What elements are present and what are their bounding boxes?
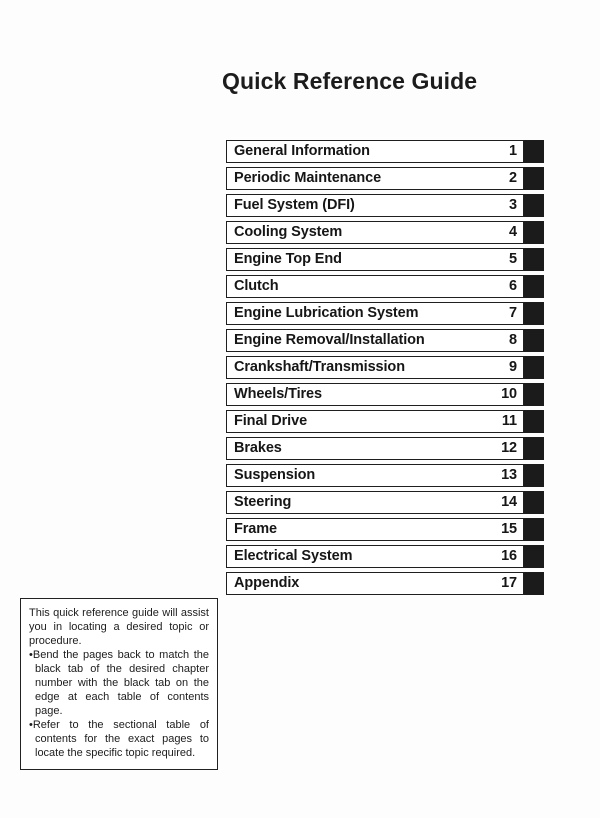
chapter-entry[interactable]: Clutch 6 — [226, 275, 524, 298]
chapter-entry[interactable]: Final Drive 11 — [226, 410, 524, 433]
chapter-row[interactable]: Periodic Maintenance 2 — [226, 167, 544, 190]
chapter-label: Final Drive — [234, 413, 308, 430]
chapter-black-tab — [524, 302, 544, 325]
chapter-label: Electrical System — [234, 548, 353, 565]
chapter-black-tab — [524, 329, 544, 352]
chapter-label: Clutch — [234, 278, 279, 295]
chapter-number: 13 — [501, 467, 517, 484]
chapter-label: Engine Removal/Installation — [234, 332, 425, 349]
chapter-row[interactable]: Clutch 6 — [226, 275, 544, 298]
chapter-label: Wheels/Tires — [234, 386, 322, 403]
chapter-label: General Information — [234, 143, 370, 160]
chapter-entry[interactable]: Frame 15 — [226, 518, 524, 541]
chapter-black-tab — [524, 491, 544, 514]
chapter-row[interactable]: Final Drive 11 — [226, 410, 544, 433]
chapter-black-tab — [524, 275, 544, 298]
chapter-row[interactable]: Fuel System (DFI) 3 — [226, 194, 544, 217]
chapter-black-tab — [524, 194, 544, 217]
chapter-black-tab — [524, 356, 544, 379]
chapter-entry[interactable]: Wheels/Tires 10 — [226, 383, 524, 406]
chapter-number: 14 — [501, 494, 517, 511]
chapter-number: 7 — [509, 305, 517, 322]
chapter-entry[interactable]: Electrical System 16 — [226, 545, 524, 568]
chapter-row[interactable]: Engine Lubrication System 7 — [226, 302, 544, 325]
chapter-row[interactable]: Appendix 17 — [226, 572, 544, 595]
chapter-entry[interactable]: Periodic Maintenance 2 — [226, 167, 524, 190]
note-bullet-items: •Bend the pages back to match the black … — [29, 648, 209, 760]
chapter-row[interactable]: Crankshaft/Transmission 9 — [226, 356, 544, 379]
chapter-label: Engine Lubrication System — [234, 305, 419, 322]
chapter-row[interactable]: General Information 1 — [226, 140, 544, 163]
chapter-number: 15 — [501, 521, 517, 538]
chapter-number: 17 — [501, 575, 517, 592]
chapter-label: Appendix — [234, 575, 300, 592]
note-list-item: •Refer to the sectional table of content… — [29, 718, 209, 760]
chapter-number: 16 — [501, 548, 517, 565]
note-intro-text: This quick reference guide will assist y… — [29, 607, 209, 647]
chapter-entry[interactable]: Fuel System (DFI) 3 — [226, 194, 524, 217]
usage-note-box: This quick reference guide will assist y… — [20, 598, 218, 770]
page-title: Quick Reference Guide — [222, 68, 478, 94]
quick-reference-page: Quick Reference Guide General Informatio… — [0, 0, 600, 818]
chapter-index-list: General Information 1 Periodic Maintenance… — [226, 140, 544, 599]
chapter-number: 11 — [501, 413, 517, 430]
chapter-number: 12 — [501, 440, 517, 457]
chapter-entry[interactable]: Engine Lubrication System 7 — [226, 302, 524, 325]
chapter-label: Fuel System (DFI) — [234, 197, 355, 214]
chapter-label: Engine Top End — [234, 251, 342, 268]
chapter-row[interactable]: Suspension 13 — [226, 464, 544, 487]
chapter-entry[interactable]: Crankshaft/Transmission 9 — [226, 356, 524, 379]
chapter-entry[interactable]: Appendix 17 — [226, 572, 524, 595]
chapter-label: Steering — [234, 494, 292, 511]
chapter-black-tab — [524, 437, 544, 460]
chapter-label: Crankshaft/Transmission — [234, 359, 405, 376]
chapter-black-tab — [524, 167, 544, 190]
note-list-item-text: Bend the pages back to match the black t… — [32, 649, 209, 717]
chapter-entry[interactable]: Engine Top End 5 — [226, 248, 524, 271]
chapter-row[interactable]: Engine Removal/Installation 8 — [226, 329, 544, 352]
chapter-number: 10 — [501, 386, 517, 403]
chapter-number: 4 — [509, 224, 517, 241]
chapter-black-tab — [524, 545, 544, 568]
chapter-label: Cooling System — [234, 224, 343, 241]
chapter-number: 6 — [509, 278, 517, 295]
chapter-black-tab — [524, 140, 544, 163]
chapter-number: 9 — [509, 359, 517, 376]
chapter-entry[interactable]: Engine Removal/Installation 8 — [226, 329, 524, 352]
chapter-label: Periodic Maintenance — [234, 170, 382, 187]
chapter-entry[interactable]: Cooling System 4 — [226, 221, 524, 244]
chapter-row[interactable]: Wheels/Tires 10 — [226, 383, 544, 406]
chapter-number: 8 — [509, 332, 517, 349]
note-list-item-text: Refer to the sectional table of contents… — [32, 719, 209, 759]
chapter-entry[interactable]: Suspension 13 — [226, 464, 524, 487]
chapter-number: 2 — [509, 170, 517, 187]
chapter-row[interactable]: Cooling System 4 — [226, 221, 544, 244]
chapter-label: Suspension — [234, 467, 316, 484]
chapter-black-tab — [524, 248, 544, 271]
chapter-row[interactable]: Frame 15 — [226, 518, 544, 541]
chapter-number: 1 — [509, 143, 517, 160]
chapter-black-tab — [524, 410, 544, 433]
chapter-number: 5 — [509, 251, 517, 268]
chapter-entry[interactable]: Steering 14 — [226, 491, 524, 514]
chapter-entry[interactable]: Brakes 12 — [226, 437, 524, 460]
chapter-row[interactable]: Engine Top End 5 — [226, 248, 544, 271]
chapter-black-tab — [524, 221, 544, 244]
chapter-black-tab — [524, 464, 544, 487]
chapter-row[interactable]: Brakes 12 — [226, 437, 544, 460]
chapter-label: Frame — [234, 521, 278, 538]
chapter-row[interactable]: Electrical System 16 — [226, 545, 544, 568]
chapter-row[interactable]: Steering 14 — [226, 491, 544, 514]
chapter-number: 3 — [509, 197, 517, 214]
chapter-black-tab — [524, 518, 544, 541]
chapter-entry[interactable]: General Information 1 — [226, 140, 524, 163]
note-list-item: •Bend the pages back to match the black … — [29, 648, 209, 718]
chapter-black-tab — [524, 383, 544, 406]
chapter-label: Brakes — [234, 440, 282, 457]
chapter-black-tab — [524, 572, 544, 595]
